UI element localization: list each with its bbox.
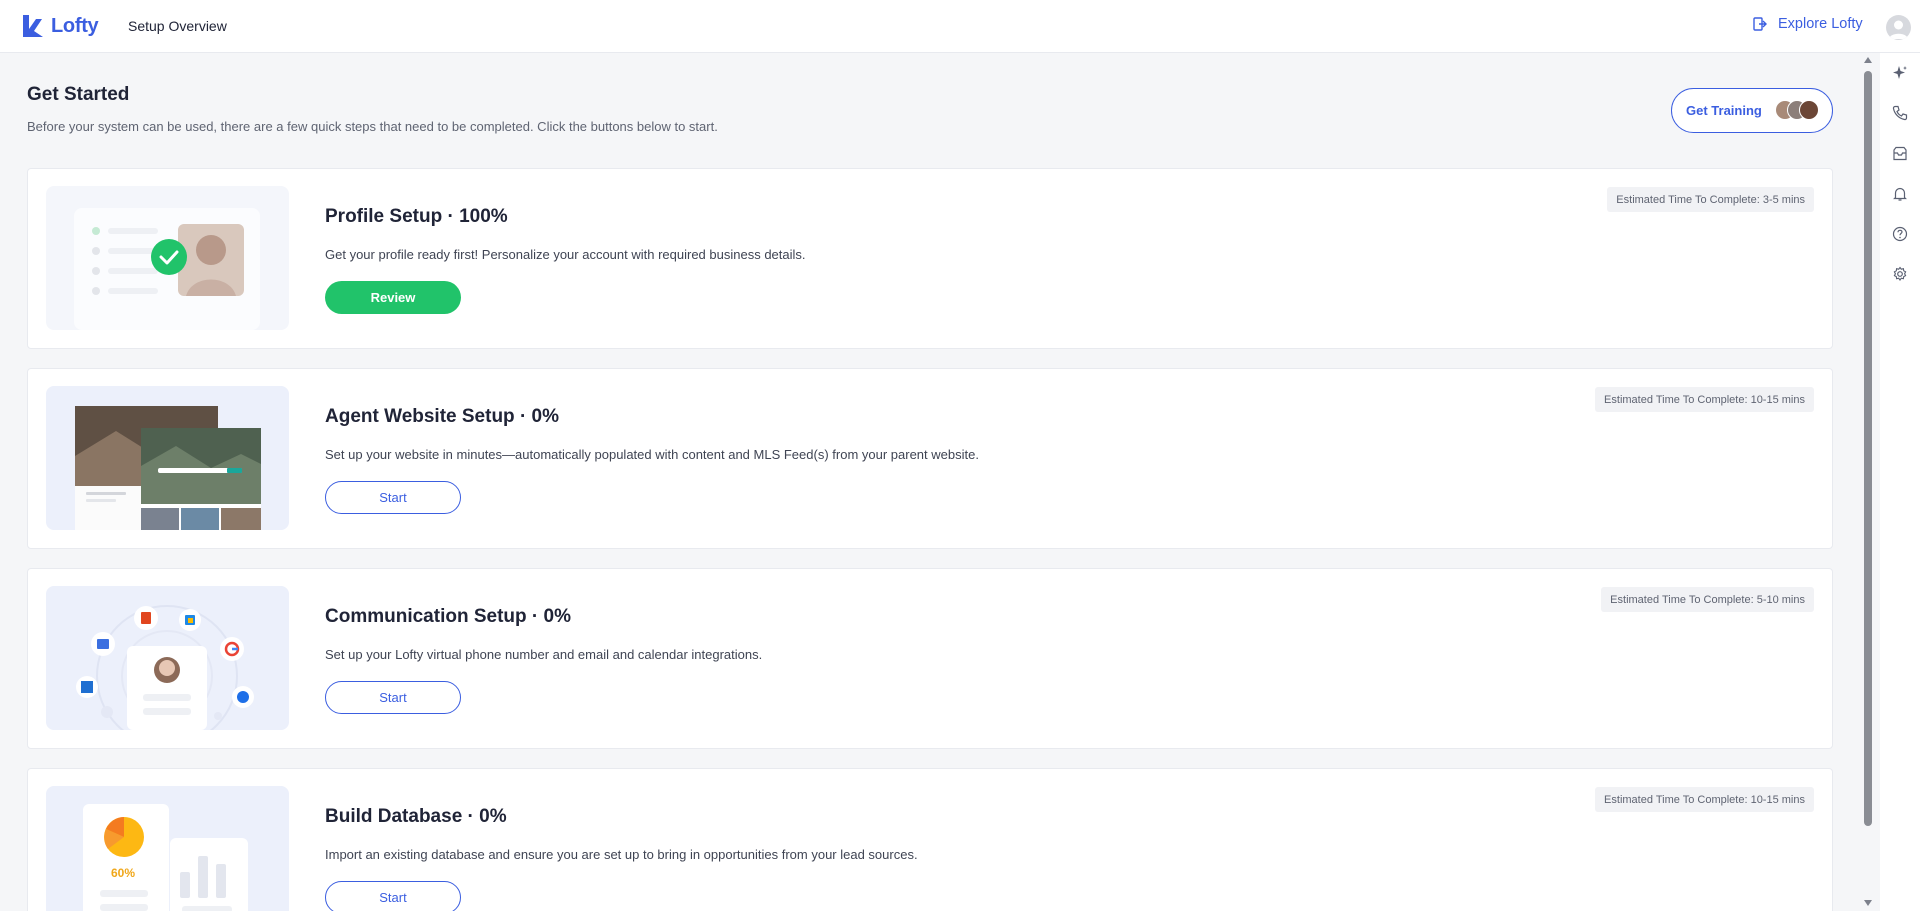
estimated-time-badge: Estimated Time To Complete: 10-15 mins — [1595, 387, 1814, 412]
build-database-card: 60% Build Database · 0% Import an existi… — [27, 768, 1833, 911]
get-training-label: Get Training — [1686, 103, 1762, 118]
communication-setup-card: Communication Setup · 0% Set up your Lof… — [27, 568, 1833, 749]
page-title: Setup Overview — [128, 18, 227, 34]
scroll-thumb[interactable] — [1864, 71, 1872, 826]
card-description: Set up your website in minutes—automatic… — [325, 447, 979, 462]
card-description: Get your profile ready first! Personaliz… — [325, 247, 806, 262]
explore-label: Explore Lofty — [1778, 16, 1863, 32]
exit-icon — [1753, 17, 1767, 31]
section-subtitle: Before your system can be used, there ar… — [27, 119, 718, 134]
get-training-button[interactable]: Get Training — [1671, 88, 1833, 133]
profile-setup-card: Profile Setup · 100% Get your profile re… — [27, 168, 1833, 349]
right-rail — [1880, 53, 1920, 911]
phone-icon[interactable] — [1892, 105, 1908, 121]
section-title: Get Started — [27, 84, 130, 105]
logo-text: Lofty — [51, 14, 99, 37]
review-button[interactable]: Review — [325, 281, 461, 314]
trainer-avatar — [1799, 100, 1819, 120]
start-button[interactable]: Start — [325, 681, 461, 714]
build-database-illustration: 60% — [46, 786, 289, 911]
agent-website-setup-card: Agent Website Setup · 0% Set up your web… — [27, 368, 1833, 549]
scroll-up-arrow[interactable] — [1864, 57, 1872, 63]
lofty-logo-icon — [23, 15, 43, 37]
top-header: Lofty Setup Overview Explore Lofty — [0, 0, 1920, 53]
website-setup-illustration — [46, 386, 289, 530]
start-button[interactable]: Start — [325, 481, 461, 514]
explore-lofty-link[interactable]: Explore Lofty — [1752, 16, 1863, 32]
gear-icon[interactable] — [1892, 266, 1908, 282]
bell-icon[interactable] — [1892, 186, 1908, 202]
communication-setup-illustration — [46, 586, 289, 730]
profile-setup-illustration — [46, 186, 289, 330]
user-icon — [1889, 20, 1908, 39]
scroll-down-arrow[interactable] — [1864, 900, 1872, 906]
card-title: Communication Setup · 0% — [325, 606, 571, 627]
start-button[interactable]: Start — [325, 881, 461, 911]
card-description: Import an existing database and ensure y… — [325, 847, 918, 862]
sparkle-icon[interactable] — [1892, 65, 1908, 81]
card-title: Build Database · 0% — [325, 806, 507, 827]
scrollbar[interactable] — [1861, 53, 1875, 911]
inbox-icon[interactable] — [1892, 146, 1908, 162]
estimated-time-badge: Estimated Time To Complete: 3-5 mins — [1607, 187, 1814, 212]
card-title: Profile Setup · 100% — [325, 206, 508, 227]
help-icon[interactable] — [1892, 226, 1908, 242]
trainer-avatars — [1775, 100, 1821, 120]
card-title: Agent Website Setup · 0% — [325, 406, 560, 427]
estimated-time-badge: Estimated Time To Complete: 10-15 mins — [1595, 787, 1814, 812]
illustration-percent: 60% — [110, 866, 136, 880]
estimated-time-badge: Estimated Time To Complete: 5-10 mins — [1601, 587, 1814, 612]
user-avatar[interactable] — [1886, 15, 1911, 40]
lofty-logo[interactable]: Lofty — [21, 13, 99, 39]
card-description: Set up your Lofty virtual phone number a… — [325, 647, 763, 662]
